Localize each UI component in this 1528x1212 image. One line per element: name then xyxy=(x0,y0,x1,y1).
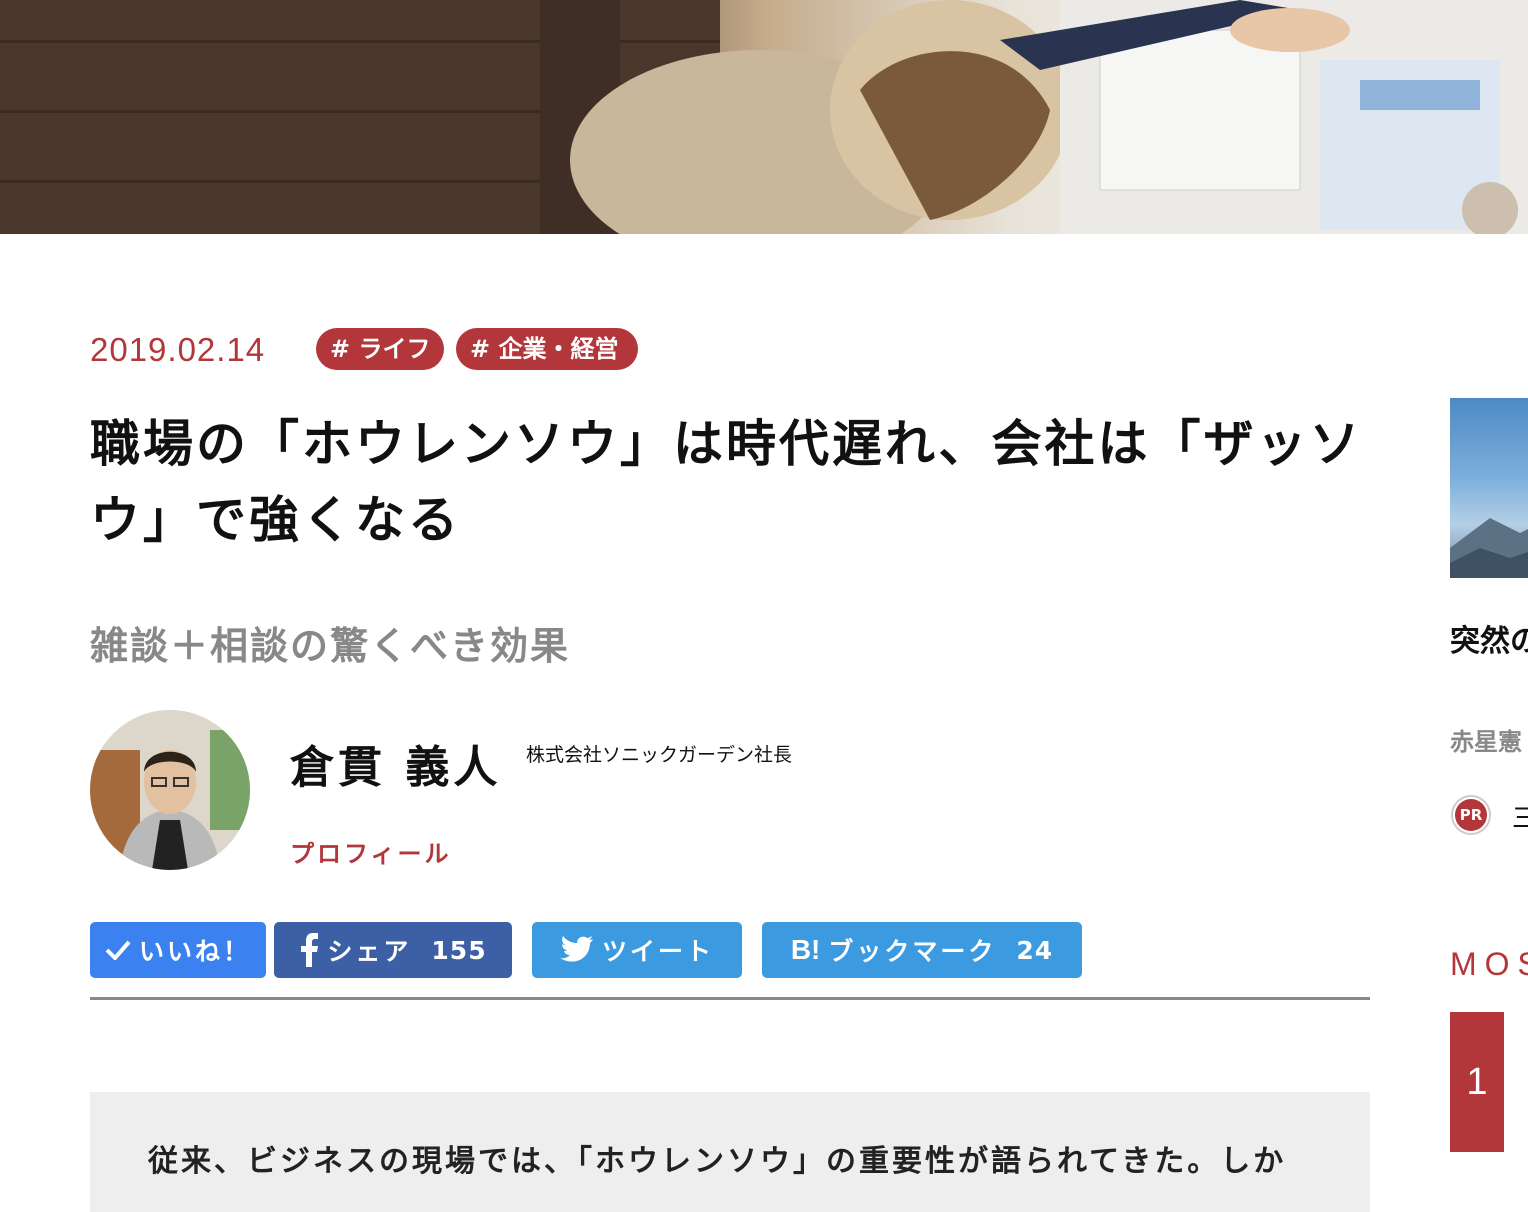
sidebar-article-image[interactable] xyxy=(1450,398,1528,578)
facebook-count: 155 xyxy=(431,935,487,965)
twitter-label: ツイート xyxy=(601,937,714,966)
hatena-count: 24 xyxy=(1016,935,1054,965)
hatena-bookmark-icon: B! xyxy=(790,934,821,965)
facebook-share-button[interactable]: シェア 155 xyxy=(274,922,512,978)
hatena-label: ブックマーク xyxy=(828,937,997,966)
twitter-share-button[interactable]: ツイート xyxy=(532,922,742,978)
hatena-bookmark-button[interactable]: B! ブックマーク 24 xyxy=(762,922,1082,978)
profile-link[interactable]: プロフィール xyxy=(290,834,452,869)
sidebar-article-title[interactable]: 突然のーが xyxy=(1450,616,1528,668)
pr-badge-label: PR xyxy=(1455,799,1487,831)
pr-badge: PR xyxy=(1451,795,1491,835)
lead-text: 従来、ビジネスの現場では、「ホウレンソウ」の重要性が語られてきた。しか xyxy=(148,1144,1287,1179)
tag-business[interactable]: # 企業・経営 xyxy=(456,328,638,370)
check-icon xyxy=(105,940,131,960)
like-button[interactable]: いいね！ xyxy=(90,922,266,978)
hero-illustration xyxy=(0,0,1528,234)
divider xyxy=(90,997,1370,1000)
author-role: 株式会社ソニックガーデン社長 xyxy=(526,744,793,766)
ranking-heading: MOS xyxy=(1450,946,1528,982)
sidebar-article-author: 赤星憲 xyxy=(1450,728,1522,756)
article-subtitle: 雑談＋相談の驚くべき効果 xyxy=(90,624,571,668)
lead-box: 従来、ビジネスの現場では、「ホウレンソウ」の重要性が語られてきた。しか xyxy=(90,1092,1370,1212)
rank-number[interactable]: 1 xyxy=(1450,1012,1504,1152)
twitter-icon xyxy=(559,936,594,964)
facebook-label: シェア xyxy=(327,937,412,966)
hero-image xyxy=(0,0,1528,234)
author-avatar[interactable] xyxy=(90,710,250,870)
author-name[interactable]: 倉貫 義人 xyxy=(290,736,501,800)
sidebar-photo xyxy=(1450,518,1528,578)
tag-life[interactable]: # ライフ xyxy=(316,328,444,370)
facebook-icon xyxy=(299,933,319,967)
author-photo xyxy=(90,710,250,870)
like-label: いいね！ xyxy=(138,937,251,966)
pr-text[interactable]: 三 xyxy=(1512,798,1528,835)
article-date: 2019.02.14 xyxy=(90,331,266,368)
article-title: 職場の「ホウレンソウ」は時代遅れ、会社は「ザッソウ」で強くなる xyxy=(90,415,1363,549)
